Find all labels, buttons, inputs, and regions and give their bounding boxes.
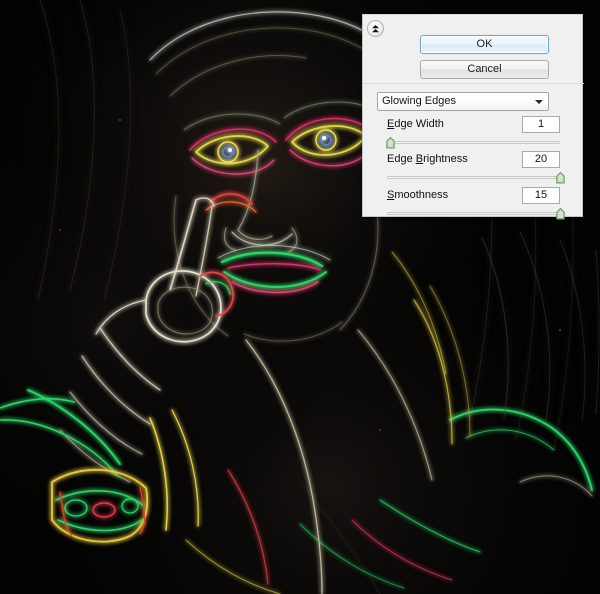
edge-brightness-slider[interactable] xyxy=(387,172,565,184)
filter-gallery-panel: OK Cancel Glowing Edges Edge Width 1 Edg… xyxy=(362,14,584,220)
edge-width-label: Edge Width xyxy=(387,118,444,130)
cancel-button[interactable]: Cancel xyxy=(420,60,549,79)
edge-brightness-value[interactable]: 20 xyxy=(522,151,560,168)
ok-button[interactable]: OK xyxy=(420,35,549,54)
panel-divider xyxy=(363,83,584,84)
smoothness-slider[interactable] xyxy=(387,208,565,220)
chevron-down-icon xyxy=(535,100,543,104)
slider-track xyxy=(387,212,560,215)
edge-brightness-label: Edge Brightness xyxy=(387,153,468,165)
edge-width-slider[interactable] xyxy=(386,137,560,149)
smoothness-value[interactable]: 15 xyxy=(522,187,560,204)
edge-width-value[interactable]: 1 xyxy=(522,116,560,133)
slider-track xyxy=(387,176,560,179)
slider-thumb[interactable] xyxy=(556,172,565,184)
double-chevron-up-icon xyxy=(370,23,381,34)
smoothness-label: Smoothness xyxy=(387,189,449,201)
screenshot-root: OK Cancel Glowing Edges Edge Width 1 Edg… xyxy=(0,0,600,594)
slider-thumb[interactable] xyxy=(556,208,565,220)
slider-track xyxy=(387,141,560,144)
filter-select[interactable]: Glowing Edges xyxy=(377,92,549,111)
filter-select-value: Glowing Edges xyxy=(382,95,456,107)
slider-thumb[interactable] xyxy=(386,137,396,149)
collapse-panel-button[interactable] xyxy=(367,20,384,37)
